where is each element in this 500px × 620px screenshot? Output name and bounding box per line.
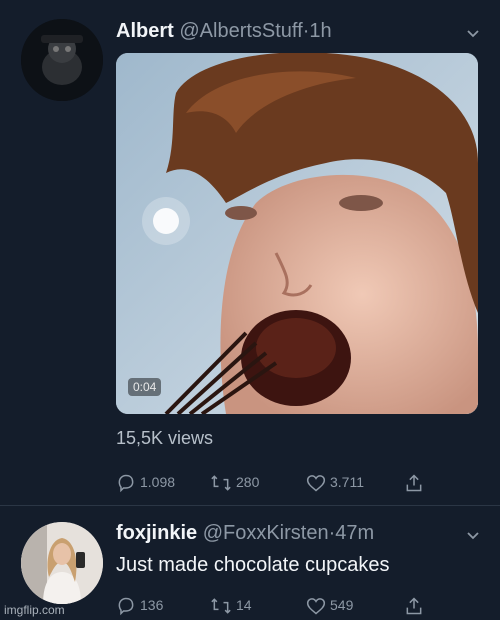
retweet-icon: [210, 597, 236, 615]
chevron-down-icon[interactable]: [466, 26, 480, 40]
watermark: imgflip.com: [4, 603, 65, 617]
tweet-actions: 1.098 280 3.711: [116, 470, 446, 494]
retweet-count: 14: [236, 597, 252, 613]
like-button[interactable]: 3.711: [306, 470, 364, 494]
retweet-button[interactable]: 280: [210, 470, 259, 494]
reply-button[interactable]: 1.098: [116, 470, 175, 494]
tweet-actions: 136 14 549: [116, 593, 446, 617]
avatar[interactable]: [21, 522, 103, 604]
reply-count: 136: [140, 597, 164, 613]
like-button[interactable]: 549: [306, 593, 353, 617]
like-icon: [306, 597, 330, 615]
display-name[interactable]: Albert: [116, 20, 174, 42]
video-thumbnail: [116, 53, 478, 414]
tweet-header: Albert @AlbertsStuff·1h: [116, 18, 332, 44]
tweet-albert[interactable]: Albert @AlbertsStuff·1h 0:04 15,5K views…: [0, 0, 500, 505]
chevron-down-icon[interactable]: [466, 528, 480, 542]
share-button[interactable]: [404, 470, 428, 494]
reply-count: 1.098: [140, 474, 176, 490]
share-button[interactable]: [404, 593, 428, 617]
tweet-header: foxjinkie @FoxxKirsten·47m: [116, 520, 374, 546]
like-icon: [306, 474, 330, 492]
view-count: 15,5K views: [116, 428, 214, 448]
timestamp[interactable]: 1h: [309, 20, 331, 42]
share-icon: [404, 474, 428, 492]
reply-button[interactable]: 136: [116, 593, 163, 617]
retweet-button[interactable]: 14: [210, 593, 252, 617]
avatar[interactable]: [21, 19, 103, 101]
retweet-icon: [210, 474, 236, 492]
timestamp[interactable]: 47m: [335, 522, 374, 544]
retweet-count: 280: [236, 474, 260, 490]
like-count: 3.711: [330, 474, 364, 490]
like-count: 549: [330, 597, 354, 613]
video-player[interactable]: 0:04: [116, 53, 478, 414]
user-handle[interactable]: @FoxxKirsten: [203, 522, 329, 544]
tweet-text: Just made chocolate cupcakes: [116, 554, 390, 576]
video-duration: 0:04: [128, 378, 162, 396]
user-handle[interactable]: @AlbertsStuff: [179, 20, 302, 42]
display-name[interactable]: foxjinkie: [116, 522, 197, 544]
share-icon: [404, 597, 428, 615]
reply-icon: [116, 597, 140, 616]
reply-icon: [116, 474, 140, 493]
